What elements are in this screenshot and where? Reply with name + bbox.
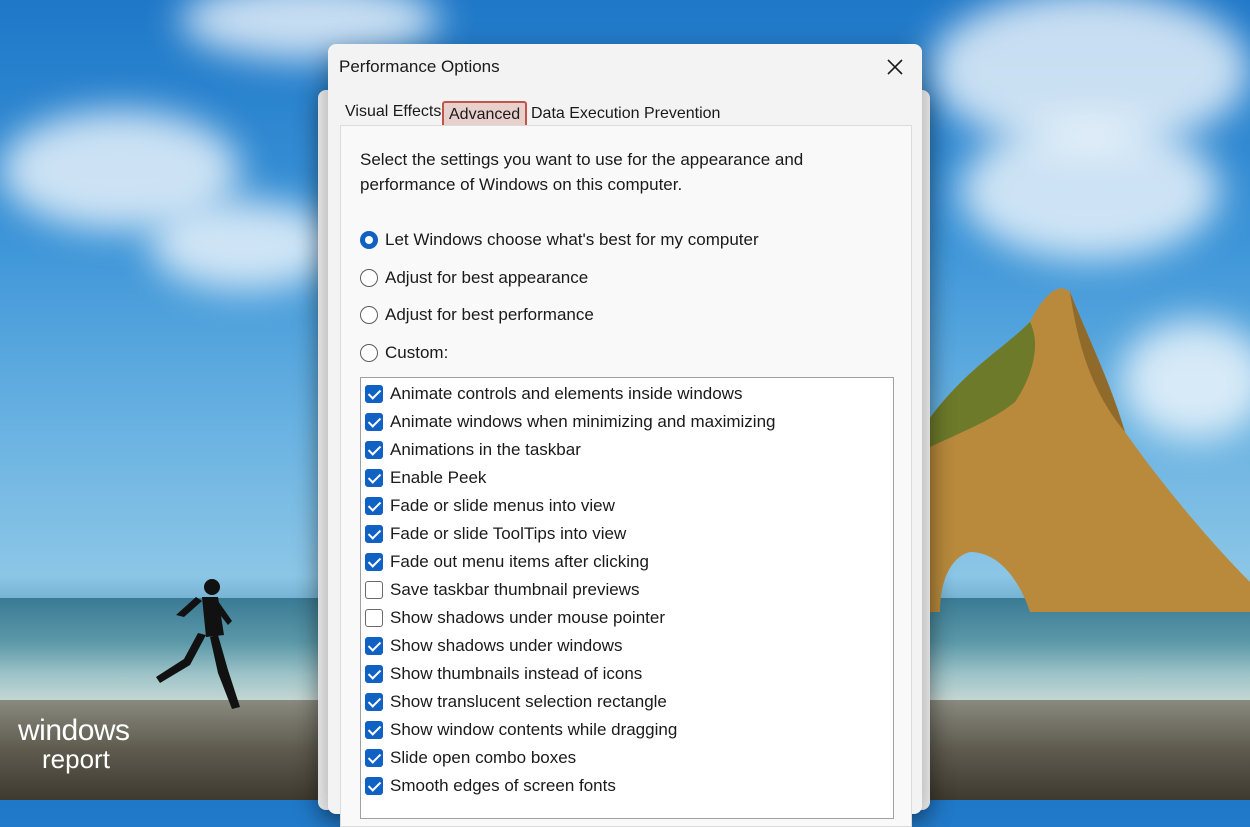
performance-options-dialog: Performance Options Visual Effects Advan… (328, 44, 922, 827)
close-icon (887, 59, 903, 75)
effect-label: Save taskbar thumbnail previews (390, 580, 640, 599)
radio-indicator[interactable] (360, 306, 378, 324)
effect-item[interactable]: Animate controls and elements inside win… (365, 381, 742, 407)
rock-arch (920, 288, 1250, 612)
effect-checkbox[interactable] (365, 469, 383, 487)
effect-item[interactable]: Animate windows when minimizing and maxi… (365, 409, 776, 435)
effect-label: Show shadows under windows (390, 636, 623, 655)
effect-checkbox[interactable] (365, 413, 383, 431)
effect-label: Show thumbnails instead of icons (390, 664, 643, 683)
effect-item[interactable]: Show translucent selection rectangle (365, 689, 667, 715)
radio-label: Adjust for best performance (385, 305, 594, 324)
effect-item[interactable]: Show shadows under windows (365, 633, 622, 659)
effect-checkbox[interactable] (365, 721, 383, 739)
radio-custom[interactable]: Custom: (360, 341, 448, 365)
effect-item[interactable]: Animations in the taskbar (365, 437, 581, 463)
effects-checklist[interactable]: Animate controls and elements inside win… (360, 377, 894, 819)
tab-visual-effects[interactable]: Visual Effects (340, 99, 446, 125)
radio-best-appearance[interactable]: Adjust for best appearance (360, 266, 588, 290)
logo-line2: report (42, 744, 110, 774)
runner-silhouette (156, 579, 240, 709)
radio-indicator[interactable] (360, 269, 378, 287)
effect-label: Fade or slide ToolTips into view (390, 524, 627, 543)
radio-indicator[interactable] (360, 231, 378, 249)
effect-item[interactable]: Save taskbar thumbnail previews (365, 577, 639, 603)
effect-label: Show translucent selection rectangle (390, 692, 667, 711)
effect-item[interactable]: Show window contents while dragging (365, 717, 677, 743)
effect-label: Slide open combo boxes (390, 748, 577, 767)
effect-item[interactable]: Enable Peek (365, 465, 486, 491)
radio-label: Adjust for best appearance (385, 268, 589, 287)
effect-label: Smooth edges of screen fonts (390, 776, 616, 795)
effect-checkbox[interactable] (365, 525, 383, 543)
effect-checkbox[interactable] (365, 497, 383, 515)
effect-label: Animate windows when minimizing and maxi… (390, 412, 776, 431)
radio-best-performance[interactable]: Adjust for best performance (360, 303, 594, 327)
close-button[interactable] (878, 52, 912, 82)
logo-line1: windows (18, 714, 130, 747)
radio-indicator[interactable] (360, 344, 378, 362)
effect-checkbox[interactable] (365, 665, 383, 683)
effect-item[interactable]: Fade out menu items after clicking (365, 549, 649, 575)
visual-effects-panel: Select the settings you want to use for … (340, 125, 912, 827)
effect-checkbox[interactable] (365, 749, 383, 767)
tab-data-execution-prevention[interactable]: Data Execution Prevention (526, 101, 725, 127)
effect-checkbox[interactable] (365, 693, 383, 711)
cloud (150, 200, 340, 290)
panel-description: Select the settings you want to use for … (360, 150, 804, 194)
effect-label: Show shadows under mouse pointer (390, 608, 665, 627)
effect-label: Enable Peek (390, 468, 487, 487)
radio-label: Let Windows choose what's best for my co… (385, 230, 759, 249)
effect-checkbox[interactable] (365, 553, 383, 571)
effect-label: Fade out menu items after clicking (390, 552, 649, 571)
radio-label: Custom: (385, 343, 449, 362)
effect-label: Animations in the taskbar (390, 440, 581, 459)
effect-checkbox[interactable] (365, 581, 383, 599)
windows-report-logo: windows report (18, 714, 130, 774)
cloud (960, 120, 1220, 260)
effect-item[interactable]: Show shadows under mouse pointer (365, 605, 665, 631)
window-title: Performance Options (339, 57, 500, 76)
effect-item[interactable]: Show thumbnails instead of icons (365, 661, 642, 687)
effect-checkbox[interactable] (365, 385, 383, 403)
effect-label: Animate controls and elements inside win… (390, 384, 743, 403)
effect-item[interactable]: Slide open combo boxes (365, 745, 576, 771)
effect-checkbox[interactable] (365, 441, 383, 459)
effect-label: Fade or slide menus into view (390, 496, 615, 515)
radio-let-windows-choose[interactable]: Let Windows choose what's best for my co… (360, 228, 759, 252)
effect-checkbox[interactable] (365, 777, 383, 795)
effect-checkbox[interactable] (365, 637, 383, 655)
effect-item[interactable]: Smooth edges of screen fonts (365, 773, 616, 799)
effect-item[interactable]: Fade or slide ToolTips into view (365, 521, 626, 547)
title-bar[interactable]: Performance Options (328, 44, 922, 88)
effect-item[interactable]: Fade or slide menus into view (365, 493, 615, 519)
effect-label: Show window contents while dragging (390, 720, 678, 739)
effect-checkbox[interactable] (365, 609, 383, 627)
